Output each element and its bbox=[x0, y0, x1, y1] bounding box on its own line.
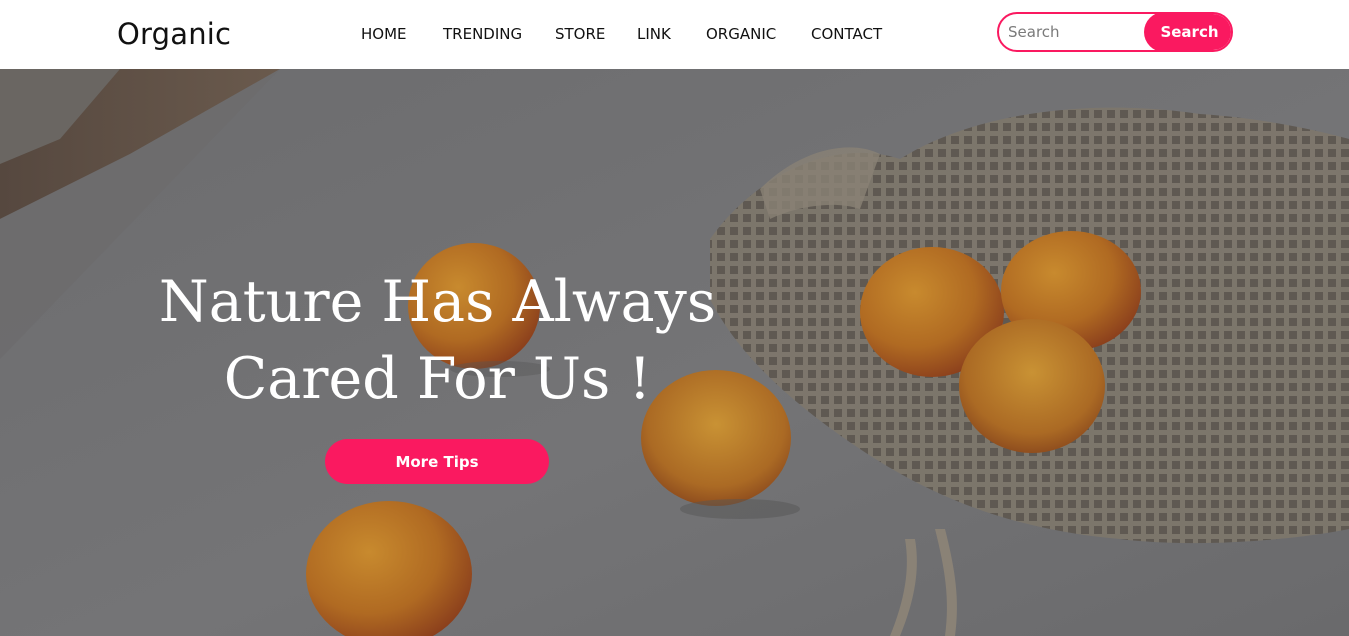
hero-section: Nature Has Always Cared For Us ! More Ti… bbox=[0, 69, 1349, 636]
nav-link-link[interactable]: LINK bbox=[637, 24, 671, 44]
nav-link-trending[interactable]: TRENDING bbox=[443, 24, 522, 44]
nav-link-organic[interactable]: ORGANIC bbox=[706, 24, 776, 44]
hero-title: Nature Has Always Cared For Us ! bbox=[150, 264, 725, 418]
nav-link-contact[interactable]: CONTACT bbox=[811, 24, 882, 44]
navbar: Organic HOME TRENDING STORE LINK ORGANIC… bbox=[0, 0, 1349, 69]
search-input[interactable] bbox=[999, 14, 1149, 50]
nav-link-store[interactable]: STORE bbox=[555, 24, 605, 44]
more-tips-button[interactable]: More Tips bbox=[325, 439, 549, 484]
nav-link-home[interactable]: HOME bbox=[361, 24, 407, 44]
hero-title-line-2: Cared For Us ! bbox=[223, 346, 652, 412]
hero-title-line-1: Nature Has Always bbox=[158, 269, 717, 335]
brand-logo[interactable]: Organic bbox=[117, 16, 231, 52]
search-button[interactable]: Search bbox=[1144, 14, 1231, 50]
search-form: Search bbox=[997, 12, 1233, 52]
